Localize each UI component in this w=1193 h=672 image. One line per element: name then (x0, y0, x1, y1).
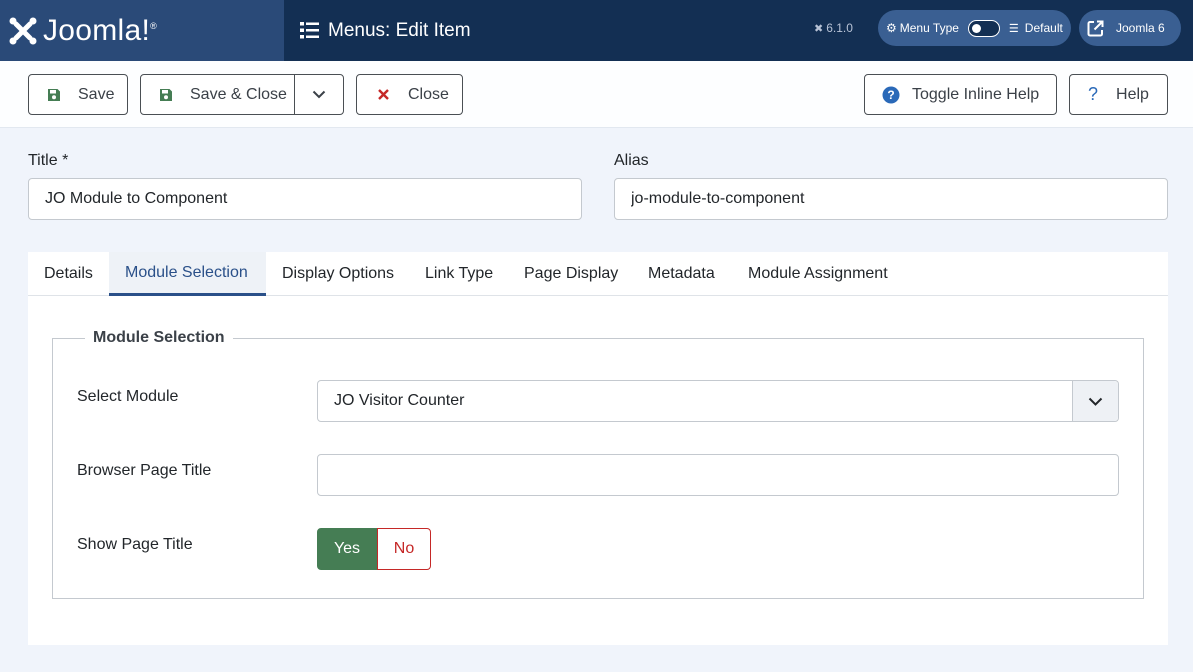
joomla-logo[interactable]: Joomla!® (0, 0, 284, 61)
module-selection-fieldset: Module Selection Select Module JO Visito… (52, 329, 1144, 599)
version-info: ✖ 6.1.0 (814, 0, 853, 56)
external-link-icon (1087, 20, 1104, 36)
toggle-inline-help-button[interactable]: ? Toggle Inline Help (864, 74, 1057, 115)
toolbar: Save Save & Close Close ? Toggle Inline … (0, 61, 1193, 128)
show-page-title-label: Show Page Title (77, 536, 193, 553)
tab-metadata[interactable]: Metadata (632, 252, 732, 296)
close-label: Close (408, 85, 449, 103)
joomla-logo-icon (9, 17, 37, 44)
select-module-value: JO Visitor Counter (334, 392, 465, 409)
menu-type-label: Menu Type (899, 21, 959, 35)
browser-page-title-input[interactable] (317, 454, 1119, 496)
registered-mark: ® (150, 20, 158, 31)
floppy-disk-icon (159, 88, 173, 102)
title-label: Title * (28, 152, 69, 169)
tab-display-options[interactable]: Display Options (266, 252, 409, 296)
save-options-dropdown[interactable] (295, 75, 343, 114)
tab-page-display[interactable]: Page Display (508, 252, 632, 296)
select-module-label: Select Module (77, 388, 179, 405)
joomla-small-icon: ✖ (814, 22, 824, 35)
tab-details[interactable]: Details (28, 252, 109, 296)
select-module-dropdown[interactable]: JO Visitor Counter (317, 380, 1119, 422)
save-close-label: Save & Close (190, 85, 287, 103)
list-icon: ☰ (1008, 22, 1019, 35)
browser-page-title-label: Browser Page Title (77, 462, 212, 479)
tab-list: Details Module Selection Display Options… (28, 252, 1168, 296)
site-link[interactable]: Joomla 6 (1079, 10, 1181, 46)
tab-module-assignment[interactable]: Module Assignment (732, 252, 907, 296)
brand-name: Joomla!® (43, 13, 158, 47)
save-close-button-group: Save & Close (140, 74, 344, 115)
chevron-down-icon (1072, 381, 1118, 421)
close-icon (377, 88, 390, 101)
tabs-panel: Details Module Selection Display Options… (28, 252, 1168, 645)
page-title-area: Menus: Edit Item (300, 0, 471, 61)
fieldset-legend: Module Selection (85, 329, 233, 347)
menu-type-toggle[interactable]: ⚙ Menu Type ☰ Default (878, 10, 1071, 46)
menu-type-value: Default (1024, 21, 1063, 35)
show-title-no-button[interactable]: No (377, 528, 431, 570)
save-button[interactable]: Save (28, 74, 128, 115)
question-mark-icon: ? (1088, 84, 1099, 104)
question-circle-icon: ? (882, 86, 900, 104)
list-icon (300, 22, 319, 39)
tab-link-type[interactable]: Link Type (409, 252, 509, 296)
tab-module-selection[interactable]: Module Selection (109, 252, 266, 296)
chevron-down-icon (312, 90, 326, 99)
save-close-button[interactable]: Save & Close (141, 75, 295, 114)
save-label: Save (78, 85, 115, 103)
show-title-yes-button[interactable]: Yes (317, 528, 377, 570)
page-title: Menus: Edit Item (328, 19, 471, 41)
help-label: Help (1116, 85, 1149, 103)
title-input[interactable] (28, 178, 582, 220)
help-button[interactable]: ? Help (1069, 74, 1168, 115)
close-button[interactable]: Close (356, 74, 463, 115)
version-number: 6.1.0 (826, 21, 853, 35)
admin-header: Joomla!® Menus: Edit Item ✖ 6.1.0 ⚙ Menu… (0, 0, 1193, 61)
toggle-inline-help-label: Toggle Inline Help (912, 85, 1040, 103)
switch-knob (971, 23, 981, 33)
svg-text:?: ? (887, 88, 894, 102)
floppy-disk-icon (47, 88, 61, 102)
alias-label: Alias (614, 152, 649, 169)
gear-icon: ⚙ (886, 21, 897, 35)
menu-type-switch[interactable] (967, 19, 1000, 37)
site-name: Joomla 6 (1116, 21, 1165, 35)
alias-input[interactable] (614, 178, 1168, 220)
show-page-title-switch: Yes No (317, 528, 431, 570)
